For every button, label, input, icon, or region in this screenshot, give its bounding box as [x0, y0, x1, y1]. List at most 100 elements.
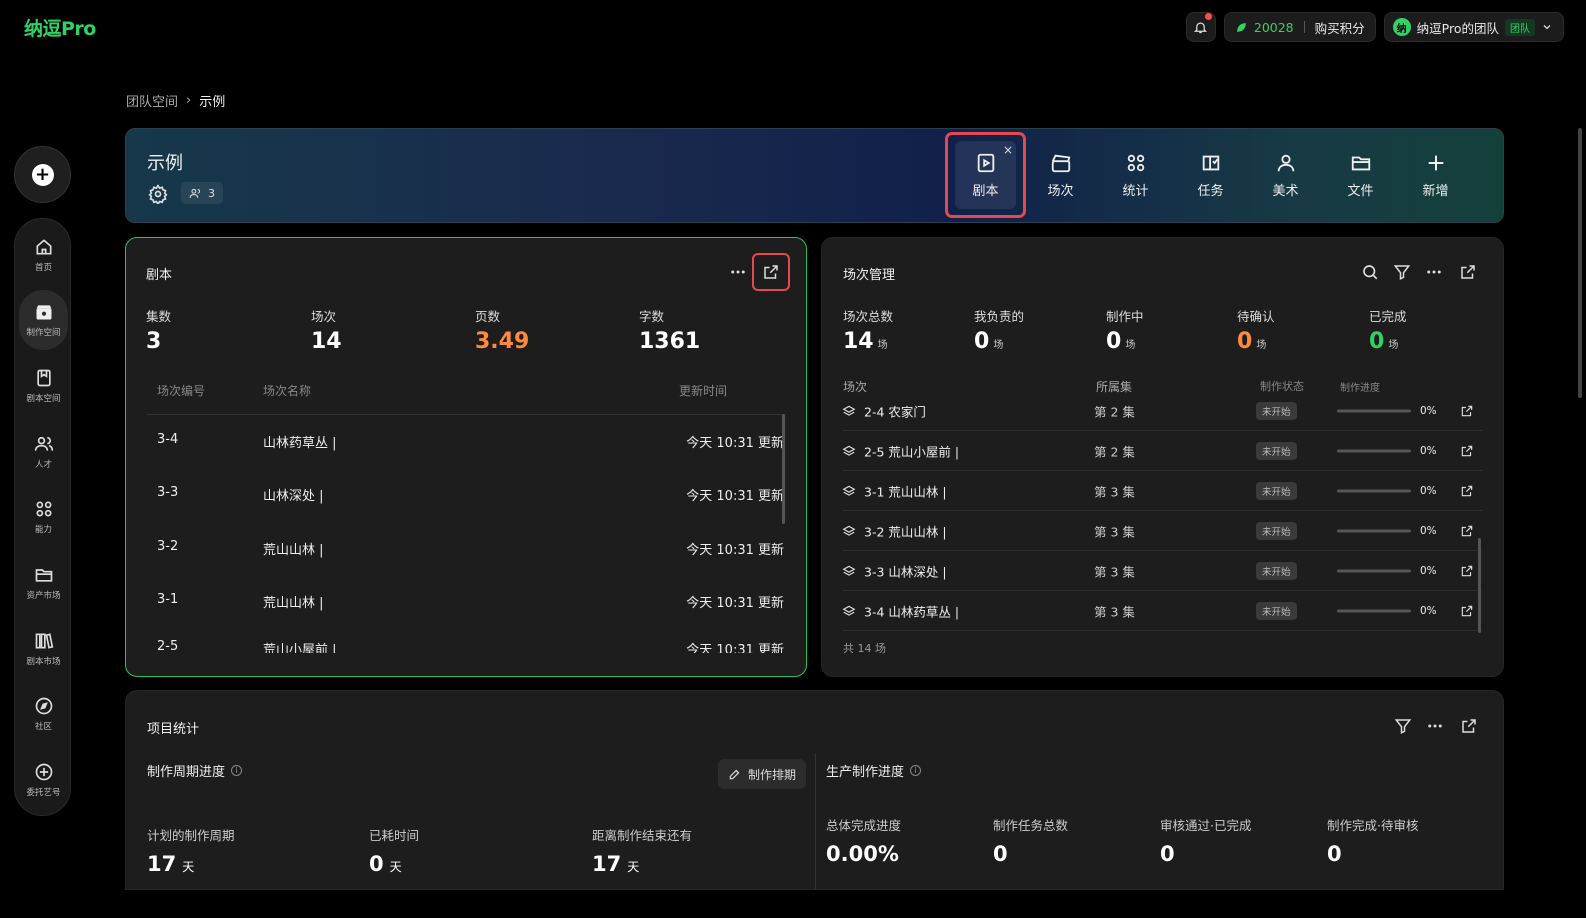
- scene-row[interactable]: 3-3 山林深处 | 第 3 集 未开始 0%: [842, 551, 1482, 591]
- table-row[interactable]: 3-1 荒山山林 | 今天 10:31 更新: [146, 574, 784, 627]
- search-button[interactable]: [1358, 260, 1382, 284]
- more-icon: [1427, 270, 1441, 274]
- script-icon: [977, 153, 994, 172]
- row-name: 山林药草丛 |: [263, 436, 337, 451]
- create-button[interactable]: +: [14, 146, 71, 203]
- tab-label: 美术: [1272, 183, 1299, 199]
- rail-item-script-space[interactable]: 剧本空间: [19, 356, 68, 416]
- stat-mine: 我负责的 0场: [974, 306, 1024, 354]
- progress-bar: [1337, 569, 1411, 572]
- rail-item-community[interactable]: 社区: [19, 684, 68, 744]
- table-row[interactable]: 2-5 荒山小屋前 | 今天 10:31 更新: [146, 623, 784, 653]
- external-link-icon: [1461, 265, 1475, 279]
- close-icon[interactable]: ×: [1003, 143, 1013, 157]
- open-external-button[interactable]: [1457, 714, 1481, 738]
- cycle-title-text: 制作周期进度: [147, 765, 226, 780]
- rail-item-script-market[interactable]: 剧本市场: [19, 619, 68, 679]
- breadcrumb-root[interactable]: 团队空间: [126, 91, 178, 110]
- external-link-icon[interactable]: [1460, 524, 1474, 538]
- team-tag: 团队: [1505, 18, 1535, 36]
- layers-icon: [842, 405, 856, 416]
- tab-add[interactable]: 新增: [1398, 135, 1473, 215]
- table-scrollbar[interactable]: [782, 414, 785, 524]
- tab-scenes[interactable]: 场次: [1023, 135, 1098, 215]
- tab-label: 文件: [1347, 183, 1374, 199]
- more-icon: [1428, 724, 1442, 728]
- notification-button[interactable]: [1185, 12, 1216, 42]
- external-link-icon[interactable]: [1460, 604, 1474, 618]
- tab-stats[interactable]: 统计: [1098, 135, 1173, 215]
- team-switcher[interactable]: 纳 纳逗Pro的团队 团队: [1383, 12, 1564, 42]
- metric-label: 距离制作结束还有: [592, 828, 693, 843]
- prod-approved: 审核通过·已完成 0: [1160, 815, 1251, 866]
- members-count: 3: [208, 186, 215, 200]
- table-row[interactable]: 3-2 荒山山林 | 今天 10:31 更新: [146, 521, 784, 574]
- info-icon[interactable]: i: [231, 765, 243, 776]
- column-header: 制作状态: [1260, 380, 1304, 393]
- scene-name: 3-2 荒山山林 |: [864, 524, 947, 539]
- open-external-button[interactable]: [752, 253, 790, 291]
- scene-name: 3-4 山林药草丛 |: [864, 604, 960, 619]
- app-logo[interactable]: 纳逗Pro: [24, 14, 96, 41]
- tab-label: 新增: [1422, 183, 1449, 199]
- row-no: 3-1: [157, 592, 179, 607]
- external-link-icon[interactable]: [1460, 404, 1474, 418]
- external-link-icon[interactable]: [1460, 564, 1474, 578]
- stat-unit: 场: [993, 340, 1004, 351]
- project-tabs: × 剧本 场次 统计 任务 美术 文件 新增: [945, 132, 1473, 218]
- members-button[interactable]: 3: [181, 182, 223, 204]
- plus-icon: +: [31, 163, 54, 186]
- stats-icon: [1127, 154, 1144, 171]
- tab-art[interactable]: 美术: [1248, 135, 1323, 215]
- chevron-right-icon: ›: [186, 93, 192, 108]
- metric-label: 总体完成进度: [826, 818, 902, 833]
- tab-label: 剧本: [972, 183, 999, 199]
- tab-files[interactable]: 文件: [1323, 135, 1398, 215]
- gear-icon[interactable]: [148, 184, 168, 204]
- more-icon: [731, 270, 745, 274]
- scene-row[interactable]: 2-5 荒山小屋前 | 第 2 集 未开始 0%: [842, 431, 1482, 471]
- tab-tasks[interactable]: 任务: [1173, 135, 1248, 215]
- stat-pages: 页数 3.49: [475, 306, 529, 354]
- row-name: 山林深处 |: [263, 489, 324, 504]
- metric-label: 计划的制作周期: [147, 828, 235, 843]
- more-button[interactable]: [726, 260, 750, 284]
- rail-item-asset-market[interactable]: 资产市场: [19, 553, 68, 613]
- table-row[interactable]: 3-3 山林深处 | 今天 10:31 更新: [146, 467, 784, 520]
- book-icon: [36, 369, 51, 387]
- external-link-icon[interactable]: [1460, 484, 1474, 498]
- scene-row[interactable]: 3-1 荒山山林 | 第 3 集 未开始 0%: [842, 471, 1482, 511]
- rail-item-production[interactable]: 制作空间: [19, 290, 68, 350]
- tab-script[interactable]: × 剧本: [945, 132, 1026, 218]
- schedule-button[interactable]: 制作排期: [718, 759, 807, 789]
- layers-icon: [842, 565, 856, 576]
- row-name: 荒山小屋前 |: [263, 643, 337, 653]
- open-external-button[interactable]: [1456, 260, 1480, 284]
- stat-label: 场次: [311, 309, 337, 324]
- rail-item-talent[interactable]: 人才: [19, 422, 68, 482]
- prod-awaiting-review: 制作完成·待审核 0: [1327, 815, 1418, 866]
- external-link-icon[interactable]: [1460, 444, 1474, 458]
- row-time: 今天 10:31 更新: [686, 643, 784, 653]
- rail-item-ability[interactable]: 能力: [19, 487, 68, 547]
- page-scrollbar[interactable]: [1578, 128, 1582, 398]
- scene-row[interactable]: 3-2 荒山山林 | 第 3 集 未开始 0%: [842, 511, 1482, 551]
- scene-row[interactable]: 3-4 山林药草丛 | 第 3 集 未开始 0%: [842, 591, 1482, 631]
- rail-item-home[interactable]: 首页: [19, 225, 68, 285]
- section-divider: [815, 753, 816, 889]
- scene-name: 2-4 农家门: [864, 404, 926, 419]
- table-row[interactable]: 3-4 山林药草丛 | 今天 10:31 更新: [146, 414, 784, 467]
- list-scrollbar[interactable]: [1478, 538, 1481, 633]
- folder-icon: [35, 569, 52, 582]
- info-icon[interactable]: i: [910, 765, 922, 776]
- rail-item-commission[interactable]: 委托艺号: [19, 750, 68, 810]
- rail-label: 首页: [34, 263, 52, 273]
- credits-divider: [1303, 21, 1305, 33]
- filter-button[interactable]: [1391, 714, 1415, 738]
- scene-row[interactable]: 2-4 农家门 第 2 集 未开始 0%: [842, 401, 1482, 431]
- credits-box[interactable]: 20028 购买积分: [1223, 12, 1376, 42]
- more-button[interactable]: [1422, 260, 1446, 284]
- filter-button[interactable]: [1390, 260, 1414, 284]
- buy-credits-link[interactable]: 购买积分: [1315, 18, 1365, 37]
- more-button[interactable]: [1423, 714, 1447, 738]
